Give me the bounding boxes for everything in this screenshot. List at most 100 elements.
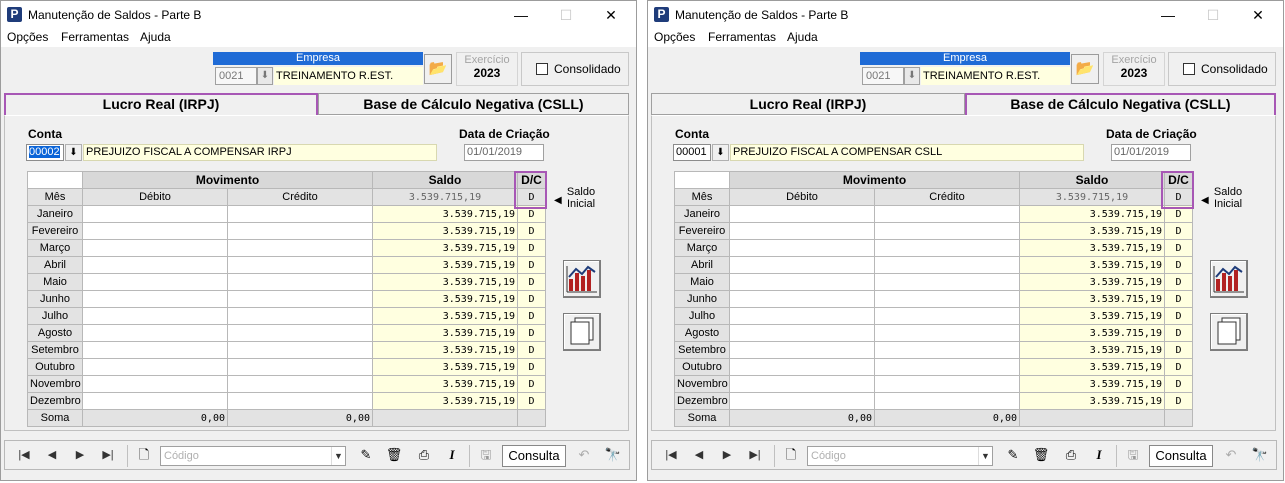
codigo-combo[interactable]: Código ▼ bbox=[807, 446, 993, 466]
open-folder-button[interactable]: 📂 bbox=[424, 54, 452, 84]
chart-button[interactable] bbox=[1210, 260, 1248, 298]
empresa-dropdown-icon[interactable]: ⬇ bbox=[257, 67, 273, 85]
debito-cell[interactable] bbox=[729, 273, 875, 291]
tab-lucro-real[interactable]: Lucro Real (IRPJ) bbox=[4, 93, 318, 115]
print-button[interactable]: ⎙ bbox=[413, 445, 435, 467]
credito-cell[interactable] bbox=[227, 341, 373, 359]
previous-record-button[interactable]: ◀ bbox=[39, 445, 65, 467]
menu-opcoes[interactable]: Opções bbox=[7, 30, 48, 44]
search-button[interactable]: 🔭 bbox=[602, 445, 624, 467]
empresa-code-field[interactable]: 0021 bbox=[862, 67, 904, 85]
close-button[interactable]: ✕ bbox=[601, 5, 621, 25]
menu-ferramentas[interactable]: Ferramentas bbox=[61, 30, 129, 44]
debito-cell[interactable] bbox=[729, 290, 875, 308]
last-record-button[interactable]: ▶| bbox=[742, 445, 768, 467]
delete-button[interactable]: 🗑 bbox=[383, 445, 405, 467]
undo-button[interactable]: ↶ bbox=[1220, 445, 1242, 467]
tab-lucro-real[interactable]: Lucro Real (IRPJ) bbox=[651, 93, 965, 115]
edit-button[interactable]: ✎ bbox=[355, 445, 377, 467]
conta-code-field[interactable]: 00001 bbox=[673, 144, 711, 161]
tab-base-calculo-negativa[interactable]: Base de Cálculo Negativa (CSLL) bbox=[965, 93, 1276, 115]
first-record-button[interactable]: |◀ bbox=[11, 445, 37, 467]
debito-cell[interactable] bbox=[82, 205, 228, 223]
debito-cell[interactable] bbox=[729, 392, 875, 410]
last-record-button[interactable]: ▶| bbox=[95, 445, 121, 467]
debito-cell[interactable] bbox=[82, 324, 228, 342]
empresa-dropdown-icon[interactable]: ⬇ bbox=[904, 67, 920, 85]
debito-cell[interactable] bbox=[82, 375, 228, 393]
credito-cell[interactable] bbox=[227, 375, 373, 393]
save-button[interactable]: 🖫 bbox=[475, 445, 497, 467]
debito-cell[interactable] bbox=[729, 341, 875, 359]
debito-cell[interactable] bbox=[82, 290, 228, 308]
menu-opcoes[interactable]: Opções bbox=[654, 30, 695, 44]
debito-cell[interactable] bbox=[82, 307, 228, 325]
credito-cell[interactable] bbox=[227, 358, 373, 376]
delete-button[interactable]: 🗑 bbox=[1030, 445, 1052, 467]
previous-record-button[interactable]: ◀ bbox=[686, 445, 712, 467]
tab-base-calculo-negativa[interactable]: Base de Cálculo Negativa (CSLL) bbox=[318, 93, 629, 115]
minimize-button[interactable]: — bbox=[511, 5, 531, 25]
credito-cell[interactable] bbox=[227, 239, 373, 257]
debito-cell[interactable] bbox=[82, 256, 228, 274]
debito-cell[interactable] bbox=[82, 273, 228, 291]
menu-ajuda[interactable]: Ajuda bbox=[787, 30, 818, 44]
credito-cell[interactable] bbox=[874, 290, 1020, 308]
credito-cell[interactable] bbox=[874, 307, 1020, 325]
debito-cell[interactable] bbox=[729, 307, 875, 325]
conta-dropdown-icon[interactable]: ⬇ bbox=[712, 144, 729, 161]
credito-cell[interactable] bbox=[227, 205, 373, 223]
debito-cell[interactable] bbox=[729, 358, 875, 376]
debito-cell[interactable] bbox=[729, 222, 875, 240]
credito-cell[interactable] bbox=[874, 358, 1020, 376]
debito-cell[interactable] bbox=[729, 324, 875, 342]
codigo-combo[interactable]: Código ▼ bbox=[160, 446, 346, 466]
menu-ajuda[interactable]: Ajuda bbox=[140, 30, 171, 44]
next-record-button[interactable]: ▶ bbox=[67, 445, 93, 467]
credito-cell[interactable] bbox=[874, 239, 1020, 257]
info-button[interactable]: I bbox=[441, 445, 463, 467]
undo-button[interactable]: ↶ bbox=[573, 445, 595, 467]
credito-cell[interactable] bbox=[874, 256, 1020, 274]
open-folder-button[interactable]: 📂 bbox=[1071, 54, 1099, 84]
credito-cell[interactable] bbox=[874, 392, 1020, 410]
credito-cell[interactable] bbox=[227, 222, 373, 240]
debito-cell[interactable] bbox=[729, 205, 875, 223]
credito-cell[interactable] bbox=[227, 307, 373, 325]
new-button[interactable]: 🗋 bbox=[133, 445, 155, 467]
credito-cell[interactable] bbox=[227, 290, 373, 308]
info-button[interactable]: I bbox=[1088, 445, 1110, 467]
debito-cell[interactable] bbox=[82, 341, 228, 359]
first-record-button[interactable]: |◀ bbox=[658, 445, 684, 467]
debito-cell[interactable] bbox=[82, 239, 228, 257]
credito-cell[interactable] bbox=[874, 273, 1020, 291]
debito-cell[interactable] bbox=[82, 358, 228, 376]
credito-cell[interactable] bbox=[874, 341, 1020, 359]
consolidado-checkbox[interactable] bbox=[536, 63, 548, 75]
debito-cell[interactable] bbox=[729, 256, 875, 274]
copy-button[interactable] bbox=[563, 313, 601, 351]
credito-cell[interactable] bbox=[874, 375, 1020, 393]
save-button[interactable]: 🖫 bbox=[1122, 445, 1144, 467]
debito-cell[interactable] bbox=[82, 392, 228, 410]
credito-cell[interactable] bbox=[874, 324, 1020, 342]
consolidado-checkbox[interactable] bbox=[1183, 63, 1195, 75]
edit-button[interactable]: ✎ bbox=[1002, 445, 1024, 467]
debito-cell[interactable] bbox=[82, 222, 228, 240]
copy-button[interactable] bbox=[1210, 313, 1248, 351]
debito-cell[interactable] bbox=[729, 375, 875, 393]
credito-cell[interactable] bbox=[874, 222, 1020, 240]
maximize-button[interactable]: ☐ bbox=[556, 5, 576, 25]
new-button[interactable]: 🗋 bbox=[780, 445, 802, 467]
credito-cell[interactable] bbox=[227, 273, 373, 291]
menu-ferramentas[interactable]: Ferramentas bbox=[708, 30, 776, 44]
credito-cell[interactable] bbox=[227, 256, 373, 274]
empresa-code-field[interactable]: 0021 bbox=[215, 67, 257, 85]
credito-cell[interactable] bbox=[227, 324, 373, 342]
conta-dropdown-icon[interactable]: ⬇ bbox=[65, 144, 82, 161]
chart-button[interactable] bbox=[563, 260, 601, 298]
credito-cell[interactable] bbox=[874, 205, 1020, 223]
search-button[interactable]: 🔭 bbox=[1249, 445, 1271, 467]
conta-code-field[interactable]: 00002 bbox=[26, 144, 64, 161]
print-button[interactable]: ⎙ bbox=[1060, 445, 1082, 467]
